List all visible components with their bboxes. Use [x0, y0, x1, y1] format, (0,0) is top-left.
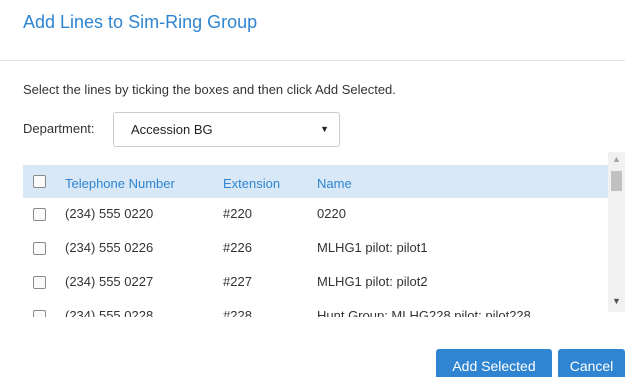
- column-header-extension[interactable]: Extension: [223, 176, 280, 191]
- column-header-telephone[interactable]: Telephone Number: [65, 176, 175, 191]
- table-header: Telephone Number Extension Name: [23, 165, 608, 198]
- line-name: Hunt Group: MLHG228 pilot: pilot228: [317, 308, 531, 317]
- table-row[interactable]: (234) 555 0226 #226 MLHG1 pilot: pilot1: [23, 232, 608, 266]
- telephone-number: (234) 555 0226: [65, 240, 154, 255]
- row-checkbox[interactable]: [33, 310, 46, 317]
- extension: #227: [223, 274, 252, 289]
- line-name: 0220: [317, 206, 346, 221]
- row-checkbox[interactable]: [33, 242, 46, 255]
- row-checkbox[interactable]: [33, 276, 46, 289]
- scroll-up-icon[interactable]: ▲: [612, 154, 621, 164]
- department-select-value: Accession BG: [131, 122, 213, 137]
- department-label: Department:: [23, 121, 95, 136]
- telephone-number: (234) 555 0227: [65, 274, 154, 289]
- dropdown-arrow-icon: ▼: [320, 124, 329, 134]
- table-row[interactable]: (234) 555 0227 #227 MLHG1 pilot: pilot2: [23, 266, 608, 300]
- extension: #226: [223, 240, 252, 255]
- dialog-title: Add Lines to Sim-Ring Group: [23, 12, 258, 32]
- scroll-down-icon[interactable]: ▼: [612, 296, 621, 306]
- row-checkbox[interactable]: [33, 208, 46, 221]
- title-divider: [0, 60, 625, 61]
- cancel-button[interactable]: Cancel: [558, 349, 625, 377]
- line-name: MLHG1 pilot: pilot1: [317, 240, 428, 255]
- add-selected-button[interactable]: Add Selected: [436, 349, 552, 377]
- telephone-number: (234) 555 0228: [65, 308, 154, 317]
- table-scrollbar[interactable]: ▲ ▼: [608, 152, 625, 312]
- column-header-name[interactable]: Name: [317, 176, 352, 191]
- department-select[interactable]: Accession BG ▼: [113, 112, 340, 147]
- telephone-number: (234) 555 0220: [65, 206, 154, 221]
- extension: #220: [223, 206, 252, 221]
- select-all-checkbox[interactable]: [33, 175, 46, 188]
- instructions-text: Select the lines by ticking the boxes an…: [23, 82, 396, 97]
- lines-table: Telephone Number Extension Name (234) 55…: [23, 165, 608, 317]
- extension: #228: [223, 308, 252, 317]
- table-row[interactable]: (234) 555 0228 #228 Hunt Group: MLHG228 …: [23, 300, 608, 317]
- table-row[interactable]: (234) 555 0220 #220 0220: [23, 198, 608, 232]
- line-name: MLHG1 pilot: pilot2: [317, 274, 428, 289]
- scrollbar-thumb[interactable]: [611, 171, 622, 191]
